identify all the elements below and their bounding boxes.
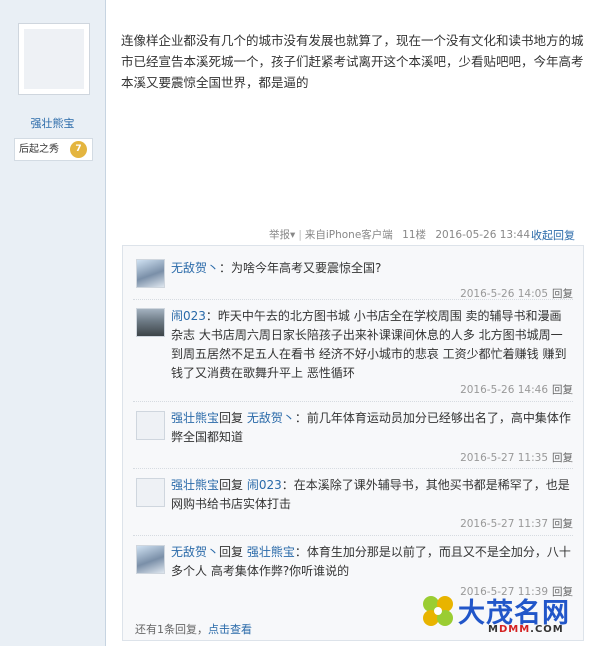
- watermark-url: MDMM.COM: [488, 624, 564, 635]
- reply-prefix: 回复: [219, 478, 247, 492]
- reply-button[interactable]: 回复: [552, 384, 573, 396]
- post-time: 2016-05-26 13:44: [435, 229, 530, 241]
- reply-prefix: 回复: [219, 411, 247, 425]
- reply-username[interactable]: 强壮熊宝: [171, 411, 219, 425]
- reply-target-user[interactable]: 闹023: [247, 478, 282, 492]
- reply-text: 无敌贺丶：为啥今年高考又要震惊全国?: [171, 259, 571, 278]
- reply-avatar[interactable]: [136, 259, 165, 288]
- post-source: 来自iPhone客户端: [305, 229, 393, 241]
- report-button[interactable]: 举报: [269, 229, 290, 241]
- author-sidebar: 强壮熊宝 后起之秀 7: [0, 0, 106, 646]
- url-part: .COM: [530, 624, 564, 635]
- reply-target-user[interactable]: 强壮熊宝: [247, 545, 295, 559]
- post-meta: 举报▾ | 来自iPhone客户端 11楼 2016-05-26 13:44: [269, 227, 530, 242]
- url-part: DMM: [498, 624, 531, 635]
- reply-avatar[interactable]: [136, 478, 165, 507]
- reply-time: 2016-5-27 11:35: [460, 452, 548, 464]
- more-replies-note: 还有1条回复，点击查看: [135, 621, 252, 637]
- level-badge-icon: 7: [70, 141, 87, 158]
- reply-meta: 2016-5-27 11:37 回复: [460, 516, 573, 531]
- reply-text: 强壮熊宝回复 无敌贺丶：前几年体育运动员加分已经够出名了，高中集体作弊全国都知道: [171, 409, 571, 447]
- post-content: 连像样企业都没有几个的城市没有发展也就算了，现在一个没有文化和读书地方的城市已经…: [121, 33, 584, 90]
- reply-text: 无敌贺丶回复 强壮熊宝：体育生加分那是以前了，而且又不是全加分，八十多个人 高考…: [171, 543, 571, 581]
- more-replies-count: 还有1条回复: [135, 623, 197, 636]
- reply-username[interactable]: 无敌贺丶: [171, 261, 219, 275]
- more-separator: ，: [197, 623, 208, 636]
- reply-username[interactable]: 闹023: [171, 309, 206, 323]
- avatar-placeholder: [24, 29, 84, 89]
- reply-time: 2016-5-27 11:37: [460, 518, 548, 530]
- reply-panel: 无敌贺丶：为啥今年高考又要震惊全国? 2016-5-26 14:05 回复 闹02…: [122, 245, 584, 641]
- reply-meta: 2016-5-26 14:46 回复: [460, 382, 573, 397]
- reply-body: 为啥今年高考又要震惊全国?: [231, 261, 382, 275]
- reply-avatar[interactable]: [136, 545, 165, 574]
- reply-prefix: 回复: [219, 545, 247, 559]
- collapse-replies-link[interactable]: 收起回复: [531, 227, 575, 243]
- reply-target-user[interactable]: 无敌贺丶: [247, 411, 295, 425]
- reply-username[interactable]: 强壮熊宝: [171, 478, 219, 492]
- view-more-link[interactable]: 点击查看: [208, 623, 252, 636]
- reply-button[interactable]: 回复: [552, 518, 573, 530]
- reply-avatar[interactable]: [136, 411, 165, 440]
- reply-item: 强壮熊宝回复 无敌贺丶：前几年体育运动员加分已经够出名了，高中集体作弊全国都知道…: [133, 401, 573, 464]
- rank-badge-box[interactable]: 后起之秀 7: [14, 138, 93, 161]
- chevron-down-icon: ▾: [290, 229, 296, 241]
- source-label[interactable]: 来自iPhone客户端: [305, 229, 393, 241]
- reply-username[interactable]: 无敌贺丶: [171, 545, 219, 559]
- floor-number: 11楼: [402, 229, 427, 241]
- reply-body: 昨天中午去的北方图书城 小书店全在学校周围 卖的辅导书和漫画杂志 大书店周六周日…: [171, 309, 567, 380]
- reply-item: 无敌贺丶：为啥今年高考又要震惊全国? 2016-5-26 14:05 回复: [133, 256, 573, 300]
- reply-meta: 2016-5-27 11:35 回复: [460, 450, 573, 465]
- reply-item: 强壮熊宝回复 闹023：在本溪除了课外辅导书，其他买书都是稀罕了，也是网购书给书…: [133, 468, 573, 531]
- site-watermark: 大茂名网 MDMM.COM: [418, 589, 598, 641]
- reply-button[interactable]: 回复: [552, 452, 573, 464]
- reply-separator: ：: [205, 309, 218, 323]
- reply-item: 闹023：昨天中午去的北方图书城 小书店全在学校周围 卖的辅导书和漫画杂志 大书…: [133, 299, 573, 398]
- rank-label: 后起之秀: [19, 144, 59, 155]
- url-part: M: [488, 624, 499, 635]
- author-avatar[interactable]: [18, 23, 90, 95]
- divider: |: [298, 229, 302, 241]
- reply-time: 2016-5-26 14:46: [460, 384, 548, 396]
- reply-text: 强壮熊宝回复 闹023：在本溪除了课外辅导书，其他买书都是稀罕了，也是网购书给书…: [171, 476, 571, 514]
- author-name[interactable]: 强壮熊宝: [0, 115, 105, 131]
- reply-text: 闹023：昨天中午去的北方图书城 小书店全在学校周围 卖的辅导书和漫画杂志 大书…: [171, 307, 571, 383]
- clover-logo-icon: [423, 596, 453, 626]
- reply-avatar[interactable]: [136, 308, 165, 337]
- reply-separator: ：: [219, 261, 232, 275]
